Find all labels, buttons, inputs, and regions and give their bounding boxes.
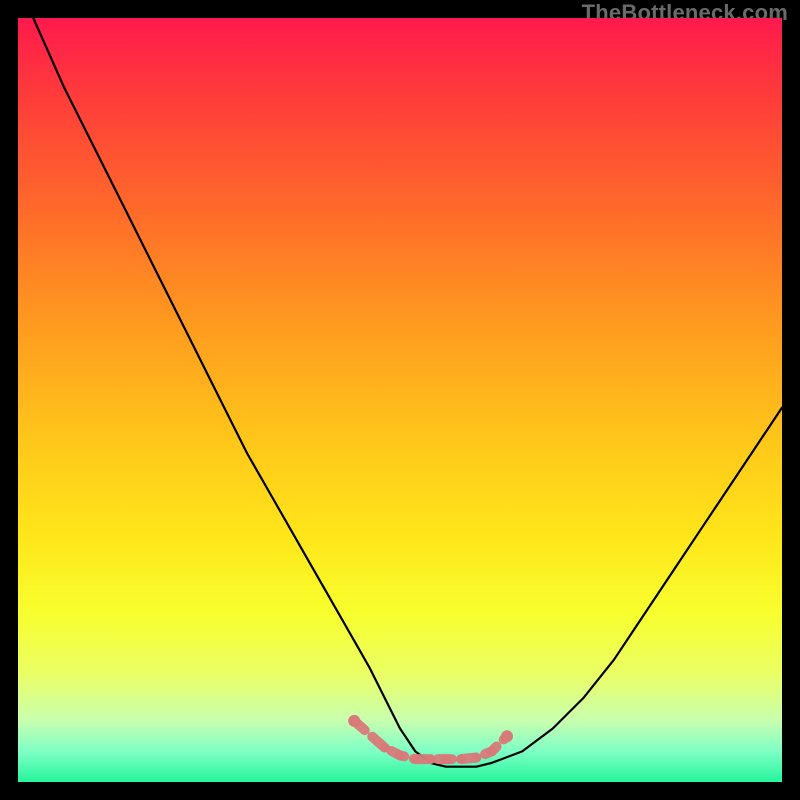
plot-area [18, 18, 782, 782]
bottleneck-curve [33, 18, 782, 767]
chart-frame: TheBottleneck.com [0, 0, 800, 800]
curve-svg [18, 18, 782, 782]
highlight-dots [348, 715, 513, 764]
